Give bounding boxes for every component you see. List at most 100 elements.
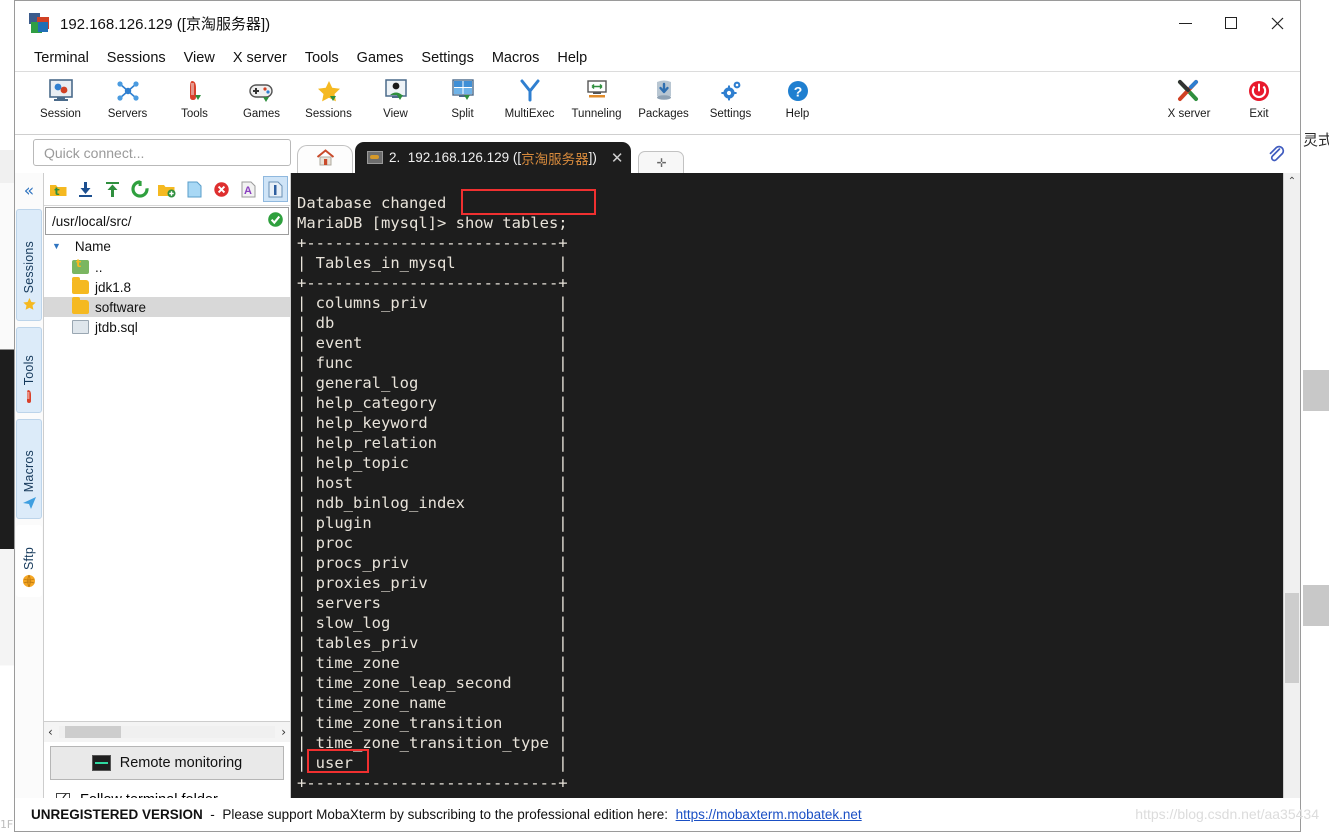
- paperclip-icon[interactable]: [1266, 144, 1286, 164]
- toolbar-button-settings[interactable]: Settings: [697, 72, 764, 120]
- multiexec-icon: [515, 76, 545, 106]
- toolbar-button-servers[interactable]: Servers: [94, 72, 161, 120]
- menu-view[interactable]: View: [175, 48, 224, 68]
- close-button[interactable]: [1254, 1, 1300, 45]
- maximize-button[interactable]: [1208, 1, 1254, 45]
- sftp-file-list[interactable]: ▼ Name .. jdk1.8 software: [44, 235, 290, 721]
- menu-settings[interactable]: Settings: [412, 48, 482, 68]
- unregistered-label: UNREGISTERED VERSION: [31, 807, 203, 822]
- scroll-left-icon[interactable]: ‹: [48, 725, 53, 739]
- toolbar-label: Settings: [709, 108, 752, 120]
- title-bar: 192.168.126.129 ([京淘服务器]): [15, 1, 1300, 45]
- toolbar-button-x-server[interactable]: X server: [1154, 72, 1224, 120]
- menu-x-server[interactable]: X server: [224, 48, 296, 68]
- toolbar-button-session[interactable]: Session: [27, 72, 94, 120]
- collapse-sidebar-button[interactable]: «: [24, 181, 34, 201]
- background-right-text: 灵式q专人g效Lin免文Li方喜大年: [1303, 131, 1329, 149]
- scroll-up-icon[interactable]: ⌃: [1284, 173, 1300, 190]
- minimize-button[interactable]: [1162, 1, 1208, 45]
- tab-home[interactable]: [297, 145, 353, 173]
- menu-tools[interactable]: Tools: [296, 48, 348, 68]
- menu-help[interactable]: Help: [548, 48, 596, 68]
- delete-icon[interactable]: [209, 176, 234, 202]
- rail-tab-macros[interactable]: Macros: [16, 419, 42, 519]
- toolbar-label: X server: [1167, 108, 1211, 120]
- toolbar-button-tunneling[interactable]: Tunneling: [563, 72, 630, 120]
- scrollbar-thumb[interactable]: [1285, 593, 1299, 683]
- mobaxterm-link[interactable]: https://mobaxterm.mobatek.net: [676, 807, 862, 822]
- list-item[interactable]: jtdb.sql: [44, 317, 290, 337]
- remote-monitoring-label: Remote monitoring: [119, 755, 243, 771]
- toolbar-button-view[interactable]: View: [362, 72, 429, 120]
- new-folder-icon[interactable]: [154, 176, 179, 202]
- upload-icon[interactable]: [100, 176, 125, 202]
- list-item[interactable]: ..: [44, 257, 290, 277]
- properties-icon[interactable]: [262, 176, 289, 202]
- quickconnect-and-tabs-row: Quick connect... 2. 192.168.126.129 ([京…: [15, 135, 1300, 173]
- list-item[interactable]: jdk1.8: [44, 277, 290, 297]
- quick-connect-input[interactable]: Quick connect...: [33, 139, 291, 166]
- menu-games[interactable]: Games: [348, 48, 413, 68]
- toolbar-button-sessions[interactable]: Sessions: [295, 72, 362, 120]
- toolbar-button-help[interactable]: ? Help: [764, 72, 831, 120]
- tab-close-icon[interactable]: ✕: [611, 149, 624, 167]
- scroll-right-icon[interactable]: ›: [281, 725, 286, 739]
- menu-macros[interactable]: Macros: [483, 48, 549, 68]
- refresh-icon[interactable]: [127, 176, 152, 202]
- background-window-left-edge: [0, 0, 14, 832]
- file-name: software: [95, 299, 147, 315]
- toolbar-button-exit[interactable]: Exit: [1224, 72, 1294, 120]
- menu-bar: Terminal Sessions View X server Tools Ga…: [15, 45, 1300, 72]
- x-server-icon: [1174, 76, 1204, 106]
- toolbar-button-multiexec[interactable]: MultiExec: [496, 72, 563, 120]
- parent-dir-icon: [72, 257, 89, 274]
- rail-label: Sessions: [22, 240, 36, 293]
- sftp-horizontal-scrollbar[interactable]: ‹ ›: [44, 721, 290, 742]
- folder-icon: [72, 277, 89, 294]
- sessions-star-icon: [314, 76, 344, 106]
- scrollbar-track[interactable]: [58, 726, 276, 738]
- new-tab-button[interactable]: ✛: [638, 151, 685, 173]
- sftp-path-value: /usr/local/src/: [52, 213, 132, 229]
- rail-tab-sessions[interactable]: Sessions: [16, 209, 42, 321]
- watermark: https://blog.csdn.net/aa35434: [1135, 806, 1319, 822]
- toolbar-label: Servers: [107, 108, 148, 120]
- tab-session-192-168-126-129[interactable]: 2. 192.168.126.129 ([ 京淘服务器 ]) ✕: [355, 142, 632, 173]
- terminal-output[interactable]: Database changed MariaDB [mysql]> show t…: [297, 193, 1278, 801]
- packages-icon: [649, 76, 679, 106]
- status-message: Please support MobaXterm by subscribing …: [222, 807, 669, 822]
- terminal-panel[interactable]: Database changed MariaDB [mysql]> show t…: [291, 173, 1300, 816]
- remote-monitoring-button[interactable]: Remote monitoring: [50, 746, 284, 780]
- rail-tab-tools[interactable]: Tools: [16, 327, 42, 413]
- toolbar-button-split[interactable]: Split: [429, 72, 496, 120]
- tab-session-name: 京淘服务器: [521, 151, 589, 167]
- power-exit-icon: [1244, 76, 1274, 106]
- menu-sessions[interactable]: Sessions: [98, 48, 175, 68]
- toolbar-label: Exit: [1249, 108, 1269, 120]
- new-file-icon[interactable]: [182, 176, 207, 202]
- file-name: ..: [95, 259, 103, 275]
- toolbar-label: View: [383, 108, 408, 120]
- text-edit-icon[interactable]: A: [236, 176, 261, 202]
- toolbar-label: Packages: [638, 108, 689, 120]
- tab-open-paren: ([: [512, 150, 522, 165]
- main-window: 192.168.126.129 ([京淘服务器]) Terminal Sessi…: [14, 0, 1301, 816]
- view-icon: [381, 76, 411, 106]
- scrollbar-thumb[interactable]: [64, 726, 121, 738]
- toolbar-button-packages[interactable]: Packages: [630, 72, 697, 120]
- file-name: jdk1.8: [95, 279, 132, 295]
- download-icon[interactable]: [73, 176, 98, 202]
- status-bar: UNREGISTERED VERSION - Please support Mo…: [14, 798, 1301, 832]
- terminal-scrollbar[interactable]: ⌃ ⌄: [1283, 173, 1300, 816]
- rail-tab-sftp[interactable]: Sftp: [16, 525, 42, 597]
- parent-folder-icon[interactable]: t: [46, 176, 71, 202]
- sftp-column-header[interactable]: ▼ Name: [44, 235, 290, 257]
- sftp-path-bar[interactable]: /usr/local/src/: [45, 207, 289, 235]
- tab-close-paren: ]): [588, 150, 597, 165]
- toolbar-button-games[interactable]: Games: [228, 72, 295, 120]
- toolbar-button-tools[interactable]: Tools: [161, 72, 228, 120]
- menu-terminal[interactable]: Terminal: [25, 48, 98, 68]
- toolbar: Session Servers Tools Games Sessions Vie…: [15, 72, 1300, 135]
- paper-plane-icon: [22, 496, 37, 512]
- list-item[interactable]: software: [44, 297, 290, 317]
